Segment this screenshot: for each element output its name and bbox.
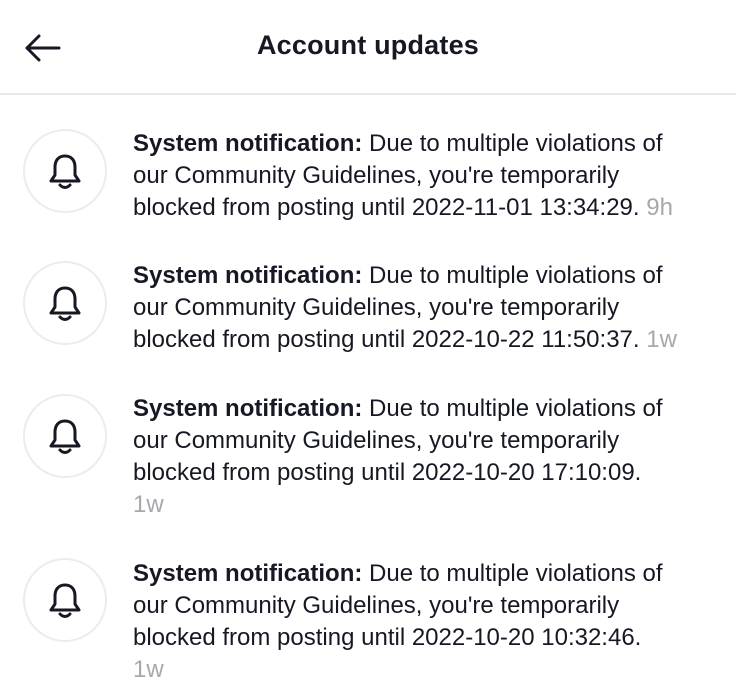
bell-icon: [49, 583, 81, 618]
notification-text: System notification: Due to multiple vio…: [133, 128, 713, 224]
notification-line1: Due to multiple violations of: [362, 130, 663, 157]
notification-line1: Due to multiple violations of: [362, 395, 663, 422]
notification-avatar: [23, 129, 107, 213]
bell-icon: [49, 154, 81, 189]
notification-line1: Due to multiple violations of: [362, 262, 663, 289]
notification-label: System notification:: [133, 262, 363, 289]
notification-text: System notification: Due to multiple vio…: [133, 260, 713, 356]
notification-line2: our Community Guidelines, you're tempora…: [133, 294, 620, 321]
bell-icon: [49, 286, 81, 321]
notification-avatar: [23, 394, 107, 478]
notification-label: System notification:: [133, 395, 363, 422]
notification-line3: blocked from posting until 2022-10-22 11…: [133, 326, 640, 353]
notification-label: System notification:: [133, 560, 363, 587]
notification-text: System notification: Due to multiple vio…: [133, 558, 713, 686]
notification-time: 9h: [646, 194, 673, 221]
page-title: Account updates: [256, 30, 480, 60]
notification-line2: our Community Guidelines, you're tempora…: [133, 162, 620, 189]
notification-line3: blocked from posting until 2022-10-20 17…: [133, 459, 642, 486]
notification-time: 1w: [646, 326, 677, 353]
notification-avatar: [23, 261, 107, 345]
notification-avatar: [23, 558, 107, 642]
bell-icon: [49, 419, 81, 454]
notification-line2: our Community Guidelines, you're tempora…: [133, 592, 620, 619]
notification-line3: blocked from posting until 2022-11-01 13…: [133, 194, 640, 221]
notification-label: System notification:: [133, 130, 363, 157]
notification-line3: blocked from posting until 2022-10-20 10…: [133, 624, 642, 651]
notification-time: 1w: [133, 656, 164, 683]
notification-text: System notification: Due to multiple vio…: [133, 393, 713, 521]
notification-time: 1w: [133, 491, 164, 518]
notification-line1: Due to multiple violations of: [362, 560, 663, 587]
header: Account updates: [0, 0, 736, 95]
notification-line2: our Community Guidelines, you're tempora…: [133, 427, 620, 454]
